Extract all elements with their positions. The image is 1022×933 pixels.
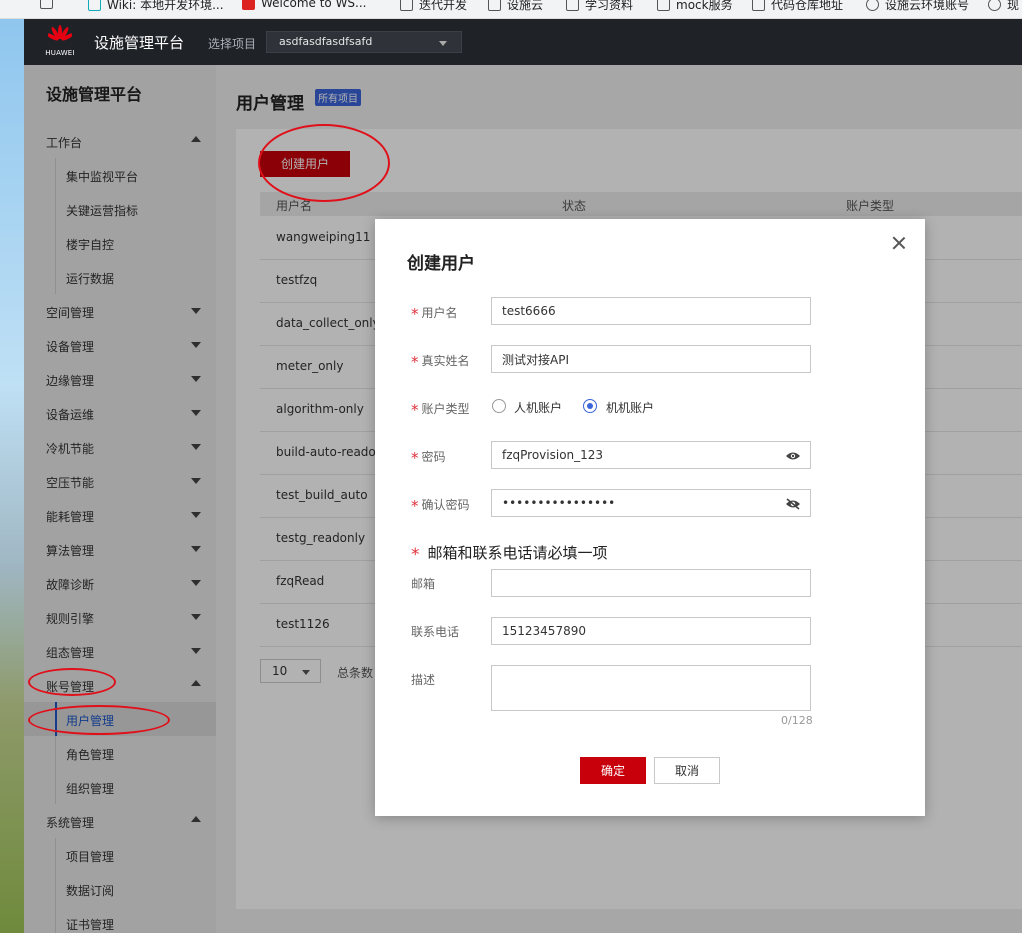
password-label: * 密码: [411, 449, 446, 467]
bookmark-6[interactable]: 代码仓库地址: [752, 0, 843, 13]
required-asterisk: *: [411, 449, 419, 467]
cancel-button[interactable]: 取消: [654, 757, 720, 784]
globe-icon: [866, 0, 879, 11]
globe-icon: [988, 0, 1001, 11]
folder-icon: [566, 0, 579, 11]
project-label: 选择项目: [208, 37, 257, 51]
username-label: * 用户名: [411, 305, 458, 323]
email-input[interactable]: [491, 569, 811, 597]
confirm-password-label: * 确认密码: [411, 497, 470, 515]
radio-human-account-label: 人机账户: [514, 401, 563, 415]
project-select[interactable]: asdfasdfasdfsafd: [266, 31, 462, 53]
realname-label: * 真实姓名: [411, 353, 470, 371]
contact-required-notice: * 邮箱和联系电话请必填一项: [411, 544, 608, 565]
confirm-password-input[interactable]: [491, 489, 811, 517]
eye-off-icon[interactable]: [785, 498, 801, 510]
app-header: HUAWEI 设施管理平台 选择项目 asdfasdfasdfsafd: [24, 19, 1022, 65]
radio-human-account[interactable]: [492, 399, 506, 413]
bookmark-4[interactable]: 学习资料: [566, 0, 633, 13]
dialog-title: 创建用户: [407, 254, 475, 274]
password-input[interactable]: [491, 441, 811, 469]
required-asterisk: *: [411, 545, 420, 565]
required-asterisk: *: [411, 305, 419, 323]
email-label: 邮箱: [411, 577, 436, 591]
required-asterisk: *: [411, 401, 419, 419]
username-input[interactable]: [491, 297, 811, 325]
annotation-circle-account: [28, 668, 116, 696]
annotation-circle-create: [258, 124, 390, 202]
close-icon[interactable]: [892, 236, 906, 250]
bookmark-3[interactable]: 设施云: [488, 0, 543, 13]
bookmark-1[interactable]: Welcome to WS...: [242, 0, 367, 10]
realname-input[interactable]: [491, 345, 811, 373]
chevron-down-icon: [439, 41, 447, 46]
phone-input[interactable]: [491, 617, 811, 645]
bookmark-0[interactable]: Wiki: 本地开发环境...: [88, 0, 224, 13]
required-asterisk: *: [411, 497, 419, 515]
required-asterisk: *: [411, 353, 419, 371]
eye-icon[interactable]: [785, 451, 801, 461]
bookmark-2[interactable]: 迭代开发: [400, 0, 467, 13]
app-title: 设施管理平台: [94, 34, 185, 52]
phone-label: 联系电话: [411, 625, 460, 639]
description-label: 描述: [411, 673, 436, 687]
confirm-button[interactable]: 确定: [580, 757, 646, 784]
description-textarea[interactable]: [491, 665, 811, 711]
tab-icon: [242, 0, 255, 10]
project-select-value: asdfasdfasdfsafd: [279, 35, 373, 48]
desktop-background: [0, 19, 24, 933]
huawei-logo: HUAWEI: [40, 25, 80, 61]
folder-icon: [400, 0, 413, 11]
bookmarks-apps[interactable]: [40, 0, 53, 9]
bookmark-8[interactable]: 现: [988, 0, 1019, 13]
bookmark-7[interactable]: 设施云环境账号: [866, 0, 969, 13]
folder-icon: [657, 0, 670, 11]
radio-machine-account[interactable]: [583, 399, 597, 413]
radio-machine-account-label: 机机账户: [606, 401, 655, 415]
apps-grid-icon: [40, 0, 53, 9]
bookmark-5[interactable]: mock服务: [657, 0, 733, 13]
account-type-label: * 账户类型: [411, 401, 470, 419]
create-user-dialog: 创建用户 *用户名 *真实姓名 *账户类型 人机账户 机机账户 *密码 *确认密…: [375, 219, 925, 816]
brand-text: HUAWEI: [45, 49, 75, 57]
bookmarks-bar: Wiki: 本地开发环境... Welcome to WS... 迭代开发 设施…: [0, 0, 1022, 19]
folder-icon: [752, 0, 765, 11]
description-char-counter: 0/128: [781, 714, 813, 727]
folder-icon: [488, 0, 501, 11]
tab-icon: [88, 0, 101, 11]
huawei-petals-icon: [48, 25, 72, 41]
annotation-circle-user-mgmt: [28, 705, 170, 735]
